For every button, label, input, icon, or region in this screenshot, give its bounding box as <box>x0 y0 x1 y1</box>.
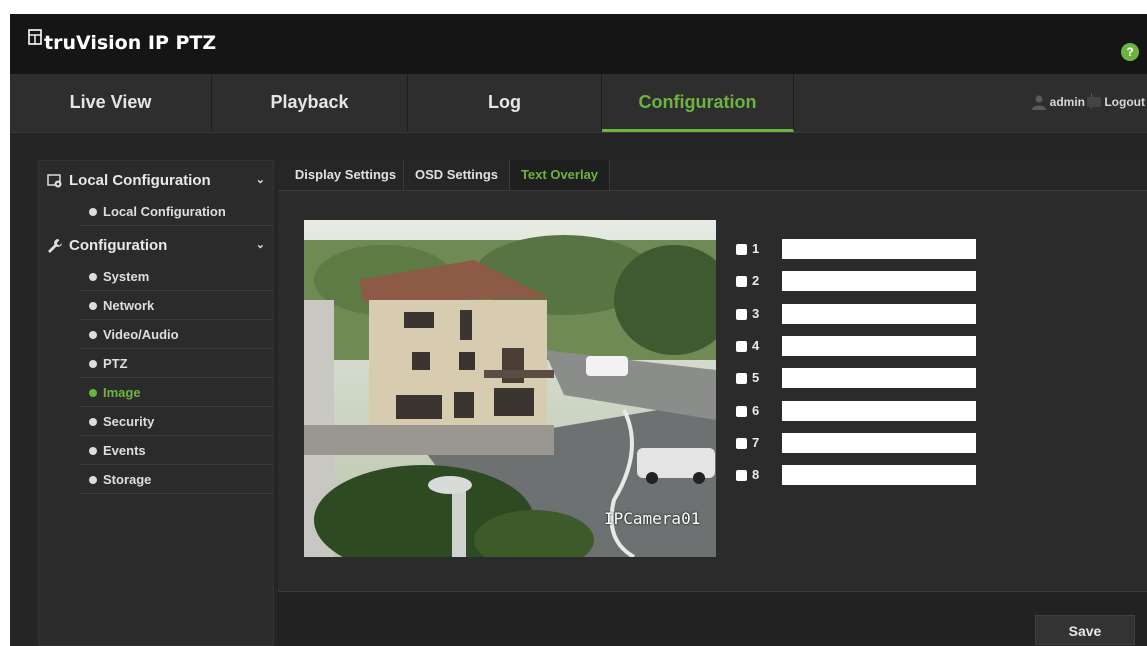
sidebar-item-label: PTZ <box>103 356 128 371</box>
overlay-checkbox-8[interactable] <box>736 470 747 481</box>
overlay-number: 4 <box>752 338 760 353</box>
overlay-number: 2 <box>752 273 760 288</box>
sidebar-item-label: System <box>103 269 150 284</box>
wrench-icon <box>48 239 62 253</box>
sidebar-group-label: Local Configuration <box>69 172 211 189</box>
sidebar-group-local-configuration[interactable]: Local Configuration ⌄ <box>39 163 273 197</box>
overlay-checkbox-2[interactable] <box>736 276 747 287</box>
sidebar-item-local-configuration[interactable]: Local Configuration <box>79 198 273 226</box>
overlay-checkbox-7[interactable] <box>736 438 747 449</box>
help-icon[interactable]: ? <box>1121 43 1139 61</box>
overlay-text-input-2[interactable] <box>782 271 976 291</box>
logout-icon[interactable] <box>1087 97 1101 107</box>
sidebar-item-label: Network <box>103 298 155 313</box>
header-bar: truVision IP PTZ ? <box>10 14 1147 74</box>
sidebar-group-configuration[interactable]: Configuration ⌄ <box>39 228 273 262</box>
content-area: Display Settings OSD Settings Text Overl… <box>278 160 1147 646</box>
sidebar-item-video-audio[interactable]: Video/Audio <box>79 321 273 349</box>
app-window: truVision IP PTZ ? Live View Playback Lo… <box>10 14 1147 646</box>
user-icon <box>1032 95 1046 110</box>
brand-logo-icon <box>28 29 42 45</box>
sidebar-item-label: Local Configuration <box>103 204 226 219</box>
overlay-number: 6 <box>752 403 760 418</box>
overlay-number: 7 <box>752 435 760 450</box>
tab-osd-settings[interactable]: OSD Settings <box>404 160 510 190</box>
camera-scene-image <box>304 220 716 557</box>
main-nav: Live View Playback Log Configuration adm… <box>10 74 1147 133</box>
sidebar-item-security[interactable]: Security <box>79 408 273 436</box>
overlay-number: 5 <box>752 370 760 385</box>
camera-preview: IPCamera01 <box>304 220 716 557</box>
bullet-icon <box>89 331 97 339</box>
bullet-icon <box>89 418 97 426</box>
overlay-text-input-4[interactable] <box>782 336 976 356</box>
sidebar-item-events[interactable]: Events <box>79 437 273 465</box>
overlay-number: 3 <box>752 306 760 321</box>
overlay-checkbox-3[interactable] <box>736 309 747 320</box>
overlay-text-input-3[interactable] <box>782 304 976 324</box>
overlay-text-input-7[interactable] <box>782 433 976 453</box>
chevron-down-icon: ⌄ <box>255 174 265 186</box>
nav-tab-configuration[interactable]: Configuration <box>602 74 794 132</box>
nav-tab-log[interactable]: Log <box>408 74 602 132</box>
text-overlay-panel: IPCamera01 1 2 3 4 5 6 7 8 <box>278 191 1147 592</box>
local-config-icon <box>47 174 62 188</box>
sidebar-item-system[interactable]: System <box>79 263 273 291</box>
sidebar-group-label: Configuration <box>69 237 168 254</box>
bullet-icon <box>89 273 97 281</box>
sidebar-item-image[interactable]: Image <box>79 379 273 407</box>
sidebar-item-network[interactable]: Network <box>79 292 273 320</box>
nav-tab-playback[interactable]: Playback <box>212 74 408 132</box>
sidebar-item-label: Image <box>103 385 141 400</box>
brand-title: truVision IP PTZ <box>44 32 217 54</box>
tab-text-overlay[interactable]: Text Overlay <box>510 160 610 190</box>
logout-link[interactable]: Logout <box>1104 95 1145 109</box>
sidebar-item-storage[interactable]: Storage <box>79 466 273 494</box>
camera-name-overlay: IPCamera01 <box>604 509 701 528</box>
bullet-icon <box>89 360 97 368</box>
nav-tab-live-view[interactable]: Live View <box>10 74 212 132</box>
overlay-text-input-8[interactable] <box>782 465 976 485</box>
overlay-text-input-6[interactable] <box>782 401 976 421</box>
user-area: admin Logout <box>947 92 1147 114</box>
sidebar-item-ptz[interactable]: PTZ <box>79 350 273 378</box>
overlay-text-input-5[interactable] <box>782 368 976 388</box>
bullet-icon <box>89 302 97 310</box>
overlay-checkbox-4[interactable] <box>736 341 747 352</box>
tab-display-settings[interactable]: Display Settings <box>288 160 404 190</box>
user-name: admin <box>1049 95 1085 109</box>
save-button[interactable]: Save <box>1035 615 1135 645</box>
sidebar-item-label: Security <box>103 414 155 429</box>
bullet-icon <box>89 208 97 216</box>
bullet-icon <box>89 447 97 455</box>
overlay-checkbox-1[interactable] <box>736 244 747 255</box>
overlay-number: 8 <box>752 467 760 482</box>
sub-tab-bar: Display Settings OSD Settings Text Overl… <box>278 160 1147 191</box>
sidebar-item-label: Video/Audio <box>103 327 179 342</box>
overlay-checkbox-6[interactable] <box>736 406 747 417</box>
sidebar-item-label: Events <box>103 443 146 458</box>
chevron-down-icon: ⌄ <box>255 239 265 251</box>
sidebar: Local Configuration ⌄ Local Configuratio… <box>38 160 274 646</box>
overlay-number: 1 <box>752 241 760 256</box>
overlay-text-input-1[interactable] <box>782 239 976 259</box>
sidebar-item-label: Storage <box>103 472 152 487</box>
bullet-icon <box>89 389 97 397</box>
bullet-icon <box>89 476 97 484</box>
overlay-checkbox-5[interactable] <box>736 373 747 384</box>
